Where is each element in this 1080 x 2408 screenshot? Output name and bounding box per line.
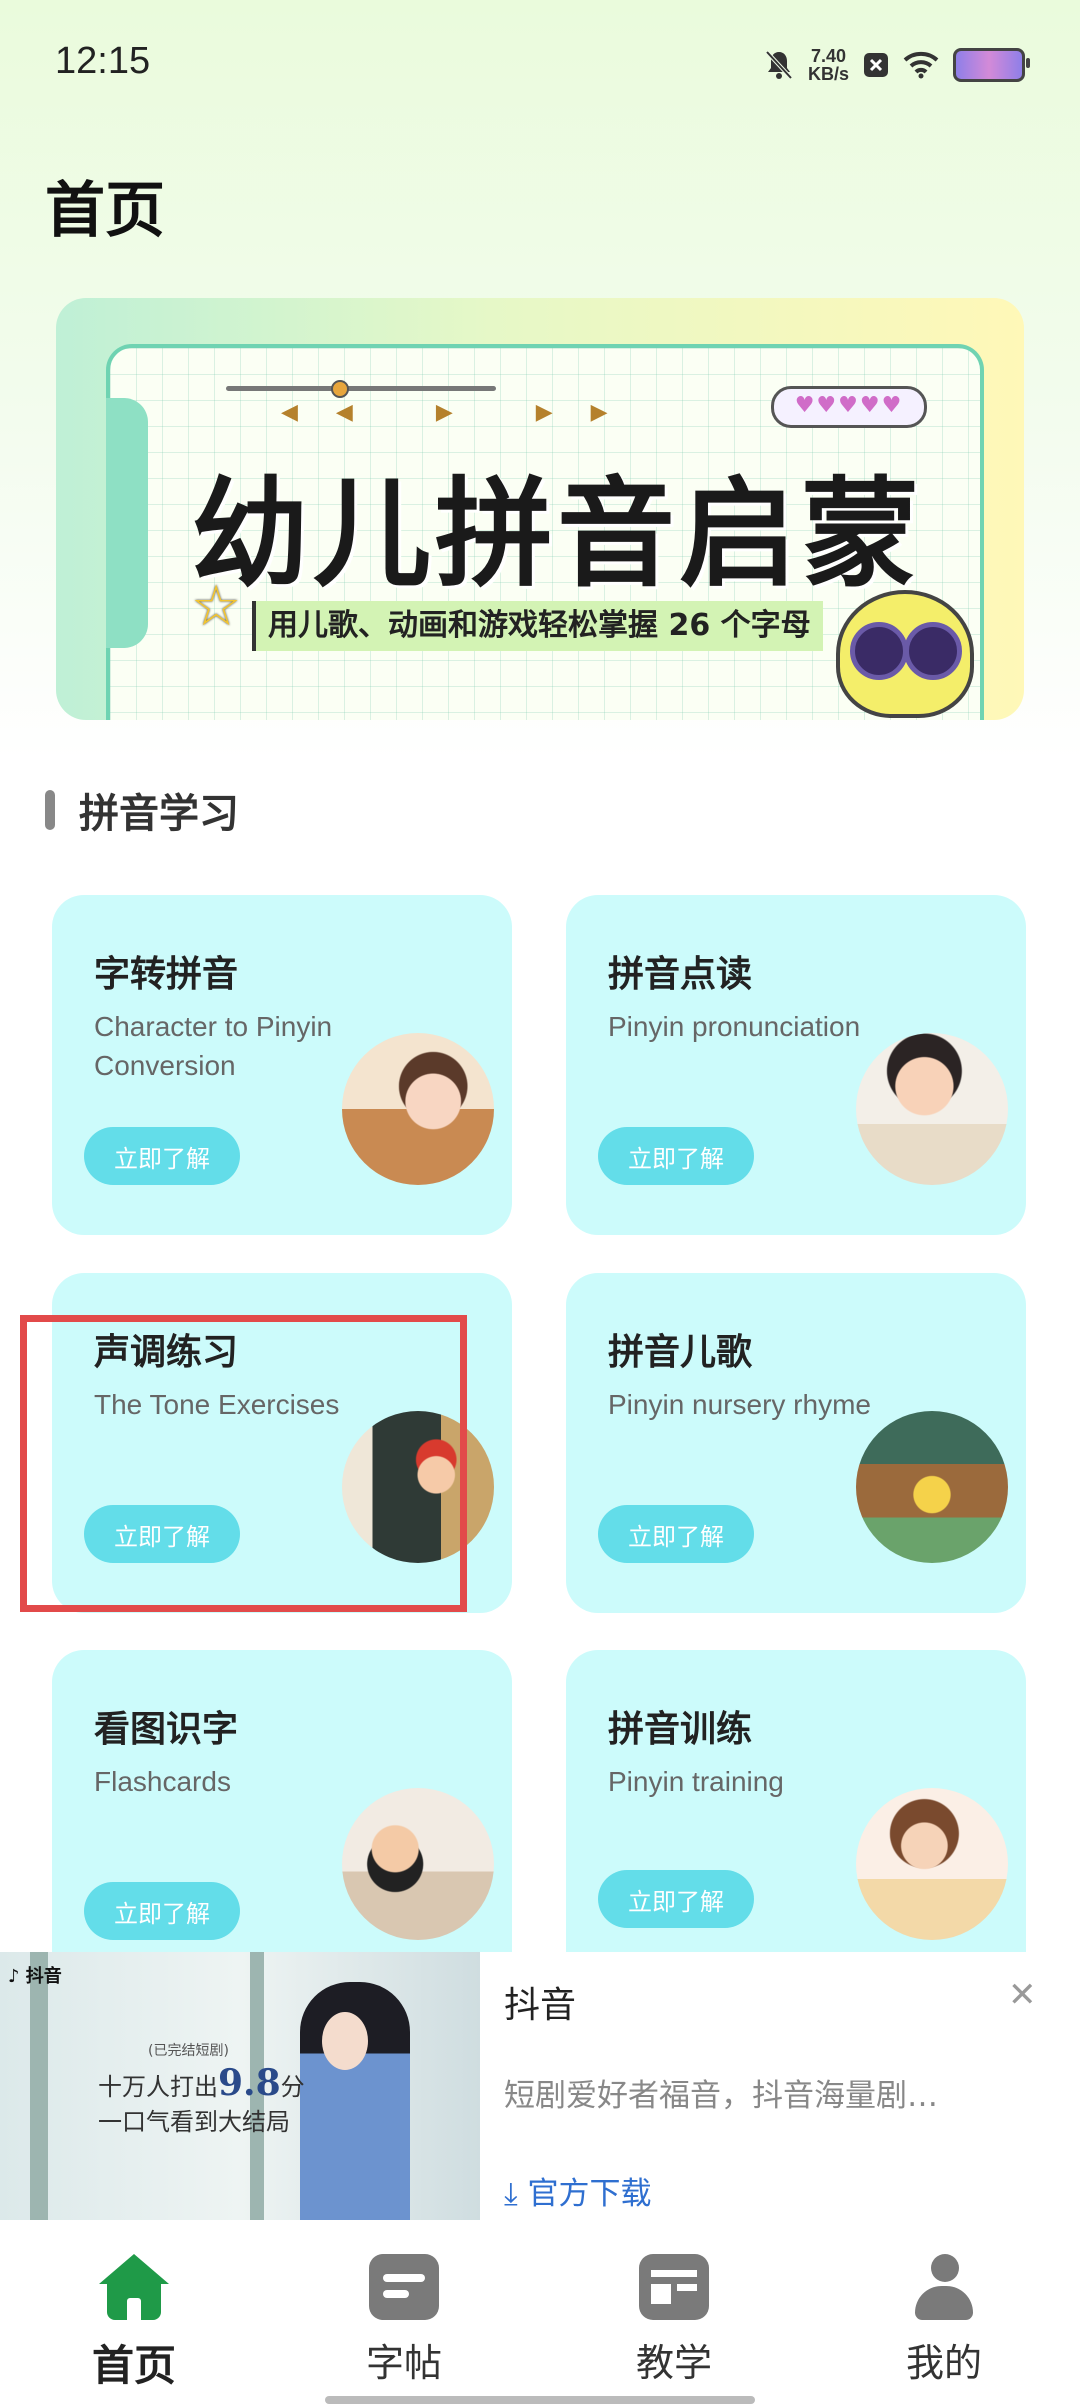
nav-item-teaching[interactable]: 教学 xyxy=(574,2254,774,2385)
ad-image-small-text: (已完结短剧) xyxy=(148,2043,229,2059)
nav-item-copybook[interactable]: 字帖 xyxy=(304,2254,504,2385)
ad-image-headline: 十万人打出9.8分 xyxy=(98,2062,305,2104)
learn-more-button[interactable]: 立即了解 xyxy=(598,1505,754,1563)
section-header: 拼音学习 xyxy=(45,785,239,837)
ad-image-headline-post: 分 xyxy=(280,2073,305,2101)
card-illustration xyxy=(856,1411,1008,1563)
ad-bamboo xyxy=(30,1952,48,2220)
net-speed: 7.40 KB/s xyxy=(808,47,849,83)
card-illustration xyxy=(342,1788,494,1940)
ad-title: 抖音 xyxy=(504,1985,577,2026)
ad-image-score: 9.8 xyxy=(218,2062,281,2104)
nav-item-profile[interactable]: 我的 xyxy=(844,2254,1044,2385)
banner-progress-bar xyxy=(226,386,496,391)
ad-banner[interactable]: ♪ 抖音 (已完结短剧) 十万人打出9.8分 一口气看到大结局 抖音 短剧爱好者… xyxy=(0,1952,1080,2220)
bell-off-icon xyxy=(765,50,793,80)
card-illustration xyxy=(342,1033,494,1185)
banner-hearts-bubble: ♥♥♥♥♥ xyxy=(771,386,927,428)
mascot-eye-left xyxy=(850,622,908,680)
ad-image-tagline: 一口气看到大结局 xyxy=(98,2108,290,2136)
card-subtitle: Pinyin pronunciation xyxy=(608,1011,861,1042)
nav-label: 教学 xyxy=(635,2341,712,2385)
bottom-nav: 首页 字帖 教学 我的 xyxy=(0,2220,1080,2408)
nav-label: 字帖 xyxy=(365,2341,442,2385)
ad-description: 短剧爱好者福音，抖音海量剧… xyxy=(504,2078,938,2114)
banner-headline: 幼儿拼音启蒙 xyxy=(191,465,924,603)
banner-player-controls: ◀◀ ▶ ▶▶ xyxy=(281,400,646,425)
card-tone-exercises[interactable]: 声调练习 The Tone Exercises 立即了解 xyxy=(52,1273,512,1613)
nav-label: 首页 xyxy=(91,2341,176,2390)
card-title: 看图识字 xyxy=(94,1709,239,1750)
card-subtitle: Pinyin training xyxy=(608,1766,784,1797)
learn-more-button[interactable]: 立即了解 xyxy=(84,1882,240,1940)
close-box-icon xyxy=(864,53,888,77)
card-title: 拼音训练 xyxy=(608,1709,753,1750)
card-subtitle: Character to Pinyin Conversion xyxy=(94,1011,333,1081)
learn-more-button[interactable]: 立即了解 xyxy=(84,1127,240,1185)
mascot-eye-right xyxy=(904,622,962,680)
ad-image-logo: ♪ 抖音 xyxy=(8,1962,62,1988)
nav-label: 我的 xyxy=(905,2341,982,2385)
learn-more-button[interactable]: 立即了解 xyxy=(598,1127,754,1185)
section-title: 拼音学习 xyxy=(79,791,239,837)
net-speed-value: 7.40 xyxy=(810,46,847,66)
page-title: 首页 xyxy=(45,176,165,246)
ad-image-logo-text: 抖音 xyxy=(25,1966,62,1987)
ad-image-headline-pre: 十万人打出 xyxy=(98,2073,218,2101)
profile-icon xyxy=(909,2254,979,2320)
nav-item-home[interactable]: 首页 xyxy=(34,2254,234,2390)
card-illustration xyxy=(342,1411,494,1563)
battery-icon xyxy=(953,48,1030,82)
net-speed-unit: KB/s xyxy=(807,64,849,84)
card-pinyin-training[interactable]: 拼音训练 Pinyin training 立即了解 xyxy=(566,1650,1026,1990)
star-icon: ☆ xyxy=(191,574,242,639)
banner-progress-dot xyxy=(331,380,349,398)
status-icons: 7.40 KB/s xyxy=(764,40,1030,90)
banner-decoration-tab xyxy=(106,398,148,648)
hero-banner[interactable]: ◀◀ ▶ ▶▶ ♥♥♥♥♥ 幼儿拼音启蒙 ☆ 用儿歌、动画和游戏轻松掌握 26 … xyxy=(56,298,1024,720)
ad-image[interactable]: ♪ 抖音 (已完结短剧) 十万人打出9.8分 一口气看到大结局 xyxy=(0,1952,480,2220)
card-subtitle: Flashcards xyxy=(94,1766,231,1797)
banner-mascot xyxy=(836,590,974,718)
home-indicator[interactable] xyxy=(325,2396,755,2404)
card-subtitle: Pinyin nursery rhyme xyxy=(608,1389,871,1420)
card-subtitle: The Tone Exercises xyxy=(94,1389,340,1420)
learn-more-button[interactable]: 立即了解 xyxy=(84,1505,240,1563)
section-marker xyxy=(45,790,55,830)
status-time: 12:15 xyxy=(55,40,151,82)
teaching-icon xyxy=(639,2254,709,2320)
tiktok-icon: ♪ xyxy=(8,1966,20,1987)
learn-more-button[interactable]: 立即了解 xyxy=(598,1870,754,1928)
ad-figure-face xyxy=(322,2012,368,2070)
close-icon[interactable]: ✕ xyxy=(1008,1978,1037,2012)
card-char-to-pinyin[interactable]: 字转拼音 Character to Pinyin Conversion 立即了解 xyxy=(52,895,512,1235)
wifi-icon xyxy=(903,51,939,79)
card-illustration xyxy=(856,1033,1008,1185)
status-bar: 12:15 7.40 KB/s xyxy=(0,0,1080,130)
card-title: 字转拼音 xyxy=(94,954,239,995)
card-nursery-rhyme[interactable]: 拼音儿歌 Pinyin nursery rhyme 立即了解 xyxy=(566,1273,1026,1613)
copybook-icon xyxy=(369,2254,439,2320)
card-flashcards[interactable]: 看图识字 Flashcards 立即了解 xyxy=(52,1650,512,1990)
card-title: 拼音点读 xyxy=(608,954,753,995)
home-icon xyxy=(99,2254,169,2320)
banner-subline: 用儿歌、动画和游戏轻松掌握 26 个字母 xyxy=(252,601,823,651)
card-title: 声调练习 xyxy=(94,1332,239,1373)
card-title: 拼音儿歌 xyxy=(608,1332,753,1373)
card-illustration xyxy=(856,1788,1008,1940)
ad-download-link[interactable]: ⤓ 官方下载 xyxy=(504,2168,652,2213)
card-pinyin-pronunciation[interactable]: 拼音点读 Pinyin pronunciation 立即了解 xyxy=(566,895,1026,1235)
